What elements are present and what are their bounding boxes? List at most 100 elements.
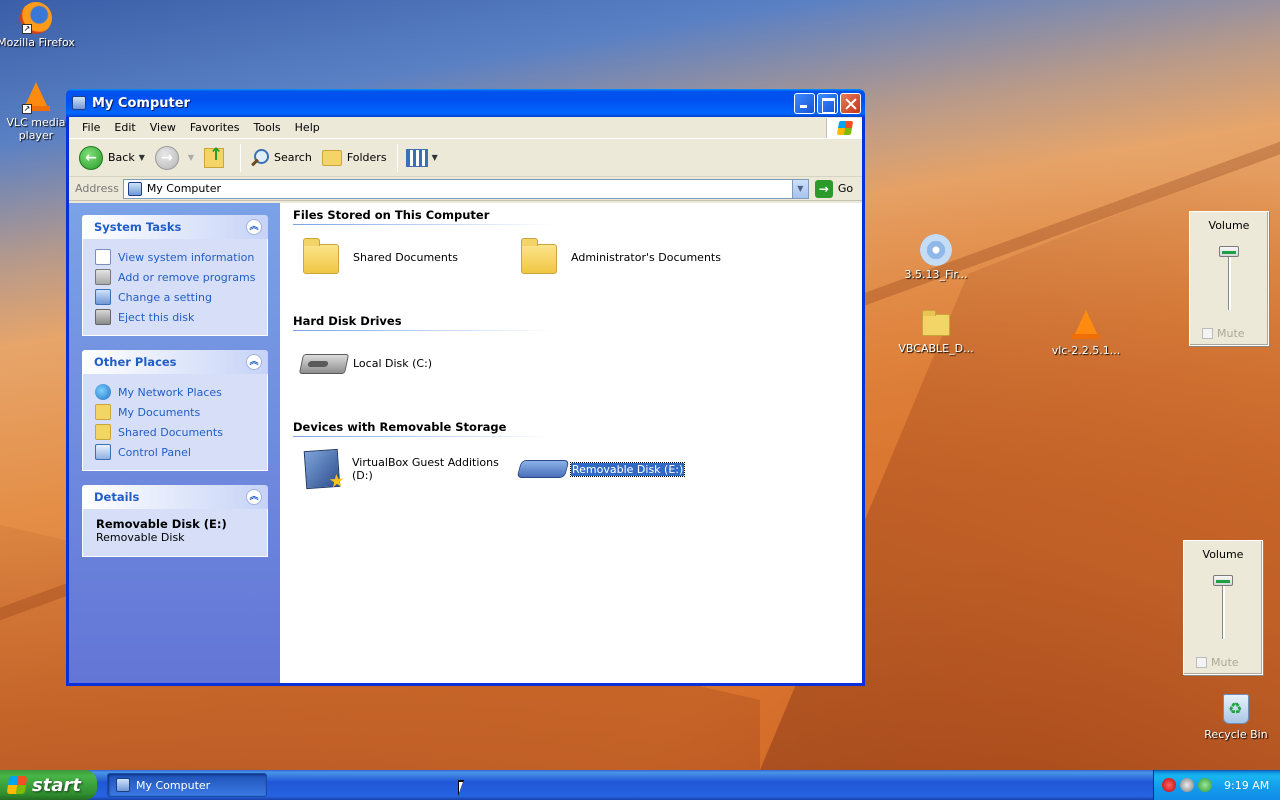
- item-local-disk-c[interactable]: Local Disk (C:): [298, 339, 519, 387]
- place-shared-documents[interactable]: Shared Documents: [95, 422, 267, 442]
- volume-slider-thumb[interactable]: [1213, 575, 1233, 586]
- menu-edit[interactable]: Edit: [107, 121, 142, 134]
- desktop-icon-label: VBCABLE_D...: [898, 342, 974, 355]
- collapse-chevron-icon[interactable]: ︽: [246, 489, 262, 505]
- system-tasks-panel: System Tasks ︽ View system information A…: [82, 215, 268, 336]
- details-header[interactable]: Details ︽: [82, 485, 268, 509]
- item-label: Removable Disk (E:): [569, 461, 686, 477]
- item-administrators-documents[interactable]: Administrator's Documents: [519, 233, 737, 281]
- panel-title: System Tasks: [94, 220, 182, 234]
- recycle-bin-icon: [1223, 694, 1249, 724]
- volume-popup: Volume Mute: [1189, 211, 1269, 346]
- my-documents-icon: [95, 404, 111, 420]
- desktop-icon-firefox-installer[interactable]: 3.5.13_Fir...: [896, 234, 976, 281]
- system-info-icon: [95, 249, 111, 265]
- desktop-icon-vlc[interactable]: ↗ VLC media player: [0, 82, 76, 142]
- go-arrow-icon: →: [814, 179, 833, 198]
- system-tasks-header[interactable]: System Tasks ︽: [82, 215, 268, 239]
- clock[interactable]: 9:19 AM: [1224, 779, 1269, 792]
- start-button[interactable]: start: [0, 770, 97, 800]
- item-removable-disk-e[interactable]: Removable Disk (E:): [516, 445, 737, 493]
- mute-checkbox-box[interactable]: [1202, 328, 1213, 339]
- folders-label: Folders: [346, 151, 387, 164]
- address-dropdown-button[interactable]: ▼: [791, 179, 808, 198]
- maximize-button[interactable]: [817, 92, 838, 114]
- desktop-icon-vlc-installer[interactable]: vlc-2.2.5.1...: [1046, 310, 1126, 357]
- details-item-name: Removable Disk (E:): [96, 517, 227, 531]
- firefox-icon: ↗: [20, 2, 52, 34]
- task-eject-disk[interactable]: Eject this disk: [95, 307, 267, 327]
- task-change-setting[interactable]: Change a setting: [95, 287, 267, 307]
- menu-file[interactable]: File: [75, 121, 107, 134]
- taskbar: start My Computer 9:19 AM: [0, 770, 1280, 800]
- desktop-icon-label: Recycle Bin: [1204, 728, 1268, 741]
- mute-checkbox[interactable]: Mute: [1202, 327, 1245, 340]
- folders-button[interactable]: Folders: [321, 149, 387, 166]
- system-tray: 9:19 AM: [1153, 770, 1280, 800]
- address-input[interactable]: My Computer ▼: [122, 178, 809, 199]
- window-titlebar[interactable]: My Computer: [66, 89, 865, 117]
- task-label: Add or remove programs: [118, 270, 256, 284]
- collapse-chevron-icon[interactable]: ︽: [246, 219, 262, 235]
- my-computer-window: My Computer File Edit View Favorites Too…: [66, 89, 865, 686]
- views-button[interactable]: ▼: [405, 148, 438, 167]
- removable-disk-icon: [516, 460, 570, 478]
- task-add-remove-programs[interactable]: Add or remove programs: [95, 267, 267, 287]
- network-icon[interactable]: [1198, 778, 1212, 792]
- windows-logo-icon: [826, 117, 862, 138]
- computer-icon: [127, 181, 142, 196]
- mute-checkbox-box[interactable]: [1196, 657, 1207, 668]
- group-divider: [293, 330, 553, 331]
- minimize-button[interactable]: [794, 92, 815, 114]
- folder-icon: [922, 310, 950, 336]
- menu-favorites[interactable]: Favorites: [183, 121, 247, 134]
- other-places-header[interactable]: Other Places ︽: [82, 350, 268, 374]
- eject-icon: [95, 309, 111, 325]
- place-my-network-places[interactable]: My Network Places: [95, 382, 267, 402]
- volume-title: Volume: [1208, 219, 1250, 232]
- toolbar: ← Back ▼ → ▼ Search Folders: [69, 139, 862, 177]
- virtualbox-cd-icon: [303, 448, 341, 490]
- go-button[interactable]: → Go: [814, 179, 854, 198]
- volume-icon[interactable]: [1180, 778, 1194, 792]
- collapse-chevron-icon[interactable]: ︽: [246, 354, 262, 370]
- toolbar-separator: [396, 143, 398, 172]
- menu-tools[interactable]: Tools: [247, 121, 288, 134]
- start-label: start: [32, 774, 81, 796]
- chevron-down-icon[interactable]: ▼: [139, 153, 145, 162]
- place-my-documents[interactable]: My Documents: [95, 402, 267, 422]
- network-places-icon: [95, 384, 111, 400]
- item-shared-documents[interactable]: Shared Documents: [301, 233, 519, 281]
- up-folder-button[interactable]: [204, 145, 230, 168]
- desktop-icon-firefox[interactable]: ↗ Mozilla Firefox: [0, 2, 76, 49]
- back-button[interactable]: ← Back ▼: [79, 145, 145, 170]
- chevron-down-icon[interactable]: ▼: [188, 153, 194, 162]
- menu-view[interactable]: View: [143, 121, 183, 134]
- vlc-icon: ↗: [20, 82, 52, 114]
- task-view-system-information[interactable]: View system information: [95, 247, 267, 267]
- panel-title: Other Places: [94, 355, 177, 369]
- desktop-icon-label: vlc-2.2.5.1...: [1051, 344, 1121, 357]
- go-label: Go: [837, 182, 854, 195]
- address-label: Address: [75, 182, 119, 195]
- item-virtualbox-guest-additions-d[interactable]: VirtualBox Guest Additions (D:): [301, 445, 519, 493]
- volume-slider-thumb[interactable]: [1219, 246, 1239, 257]
- security-shield-icon[interactable]: [1162, 778, 1176, 792]
- mute-checkbox[interactable]: Mute: [1196, 656, 1239, 669]
- menu-help[interactable]: Help: [288, 121, 327, 134]
- folder-icon: [521, 238, 557, 274]
- desktop-icon-vbcable-folder[interactable]: VBCABLE_D...: [896, 308, 976, 355]
- back-arrow-icon: ←: [79, 145, 103, 170]
- mute-label: Mute: [1217, 327, 1245, 340]
- close-button[interactable]: [840, 92, 861, 114]
- place-control-panel[interactable]: Control Panel: [95, 442, 267, 462]
- search-button[interactable]: Search: [249, 148, 312, 168]
- task-label: Change a setting: [118, 290, 212, 304]
- desktop-icon-recycle-bin[interactable]: Recycle Bin: [1196, 694, 1276, 741]
- forward-button[interactable]: → ▼: [154, 145, 194, 170]
- volume-track: [1222, 577, 1225, 639]
- vlc-icon: [1070, 310, 1102, 342]
- place-label: My Network Places: [118, 385, 222, 399]
- taskbar-button-my-computer[interactable]: My Computer: [107, 773, 267, 797]
- group-title: Devices with Removable Storage: [293, 420, 507, 434]
